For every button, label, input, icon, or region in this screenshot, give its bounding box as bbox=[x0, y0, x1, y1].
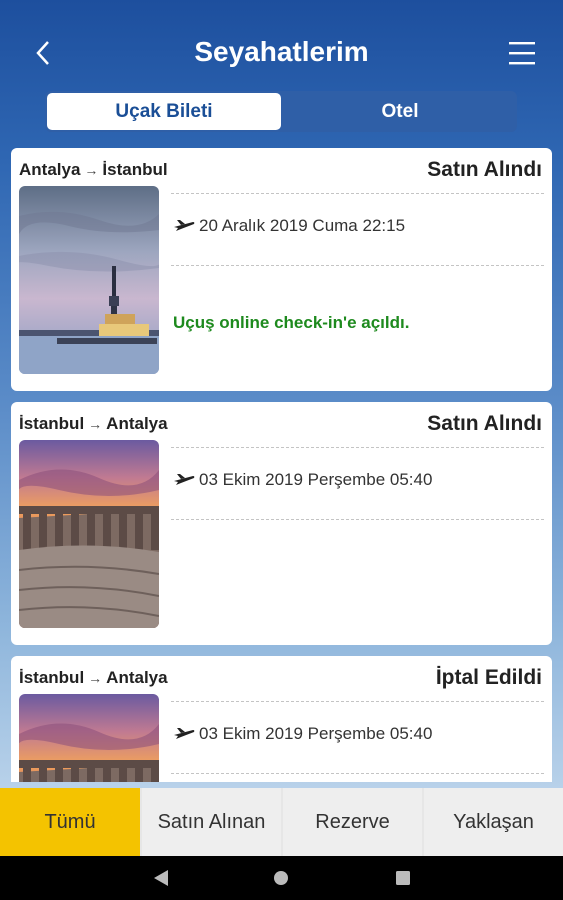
nav-back-icon[interactable] bbox=[154, 870, 168, 886]
divider bbox=[171, 193, 544, 194]
divider bbox=[171, 701, 544, 702]
route-arrow: → bbox=[88, 670, 103, 686]
filter-bar: Tümü Satın Alınan Rezerve Yaklaşan bbox=[0, 788, 563, 856]
trip-route: İstanbul → Antalya bbox=[19, 668, 168, 688]
trip-card[interactable]: İstanbul → Antalya İptal Edildi 03 Ekim … bbox=[11, 656, 552, 782]
divider bbox=[171, 447, 544, 448]
page-title: Seyahatlerim bbox=[194, 36, 369, 67]
route-from: İstanbul bbox=[19, 414, 85, 433]
checkin-note: Uçuş online check-in'e açıldı. bbox=[173, 313, 410, 332]
trip-card[interactable]: İstanbul → Antalya Satın Alındı 03 Ekim … bbox=[11, 402, 552, 645]
route-from: Antalya bbox=[19, 160, 81, 179]
filter-all[interactable]: Tümü bbox=[0, 788, 140, 856]
trip-list[interactable]: Antalya → İstanbul Satın Alındı 20 Aralı… bbox=[0, 148, 563, 782]
route-arrow: → bbox=[84, 162, 99, 178]
segment-control: Uçak Bileti Otel bbox=[45, 91, 517, 132]
flight-date-text: 03 Ekim 2019 Perşembe 05:40 bbox=[199, 470, 433, 489]
divider bbox=[171, 265, 544, 266]
tab-flight-ticket[interactable]: Uçak Bileti bbox=[47, 93, 281, 130]
route-arrow: → bbox=[88, 416, 103, 432]
divider bbox=[171, 773, 544, 774]
airplane-icon bbox=[174, 474, 195, 485]
destination-photo bbox=[19, 440, 159, 628]
filter-reserved[interactable]: Rezerve bbox=[283, 788, 422, 856]
destination-photo bbox=[19, 694, 159, 782]
airplane-icon bbox=[174, 220, 195, 231]
flight-datetime: 03 Ekim 2019 Perşembe 05:40 bbox=[173, 470, 432, 490]
flight-date-text: 20 Aralık 2019 Cuma 22:15 bbox=[199, 216, 406, 235]
trip-status: Satın Alındı bbox=[427, 158, 542, 181]
flight-datetime: 20 Aralık 2019 Cuma 22:15 bbox=[173, 216, 405, 236]
nav-recents-icon[interactable] bbox=[396, 871, 410, 885]
route-to: Antalya bbox=[106, 668, 168, 687]
trip-status: Satın Alındı bbox=[427, 412, 542, 435]
tab-hotel[interactable]: Otel bbox=[283, 91, 517, 132]
android-nav-bar bbox=[0, 856, 563, 900]
route-to: Antalya bbox=[106, 414, 168, 433]
trip-route: Antalya → İstanbul bbox=[19, 160, 168, 180]
route-from: İstanbul bbox=[19, 668, 85, 687]
flight-date-text: 03 Ekim 2019 Perşembe 05:40 bbox=[199, 724, 433, 743]
filter-upcoming[interactable]: Yaklaşan bbox=[424, 788, 563, 856]
trip-status: İptal Edildi bbox=[435, 666, 542, 689]
header: Seyahatlerim bbox=[0, 0, 563, 90]
flight-datetime: 03 Ekim 2019 Perşembe 05:40 bbox=[173, 724, 432, 744]
hamburger-menu-icon[interactable] bbox=[509, 40, 535, 66]
trip-route: İstanbul → Antalya bbox=[19, 414, 168, 434]
trip-card[interactable]: Antalya → İstanbul Satın Alındı 20 Aralı… bbox=[11, 148, 552, 391]
filter-purchased[interactable]: Satın Alınan bbox=[142, 788, 281, 856]
route-to: İstanbul bbox=[102, 160, 168, 179]
divider bbox=[171, 519, 544, 520]
airplane-icon bbox=[174, 728, 195, 739]
destination-photo bbox=[19, 186, 159, 374]
nav-home-icon[interactable] bbox=[273, 870, 289, 886]
